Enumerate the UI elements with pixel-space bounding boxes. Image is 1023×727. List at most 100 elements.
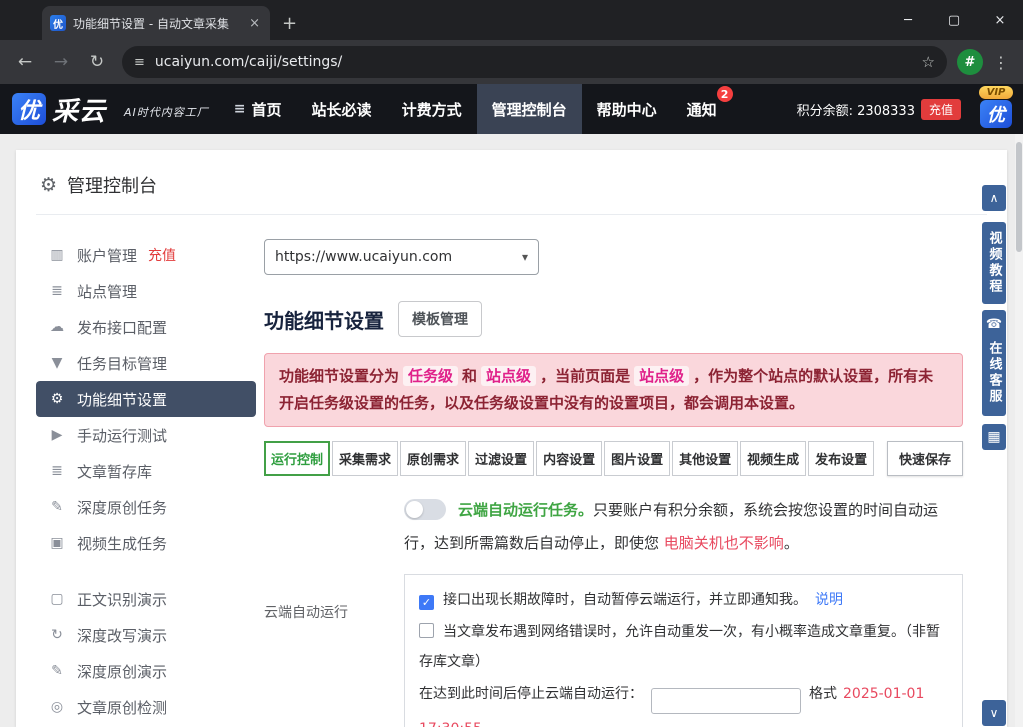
nav-item-console[interactable]: 管理控制台 [477, 84, 582, 134]
stop-time-input[interactable] [651, 688, 801, 714]
sidebar-item-rewrite-demo[interactable]: ↻ 深度改写演示 [36, 617, 256, 653]
vip-badge[interactable]: VIP 优 [977, 86, 1015, 128]
sidebar-item-text-recognition-demo[interactable]: ▢ 正文识别演示 [36, 581, 256, 617]
browser-titlebar: 优 功能细节设置 - 自动文章采集 × + ─ ▢ × [0, 0, 1023, 40]
cloud-run-options: ✓接口出现长期故障时，自动暂停云端运行，并立即通知我。说明 当文章发布遇到网络错… [404, 574, 963, 727]
back-icon[interactable]: ← [10, 47, 40, 77]
vip-ribbon: VIP [979, 86, 1013, 99]
qr-code-button[interactable]: ▦ [982, 424, 1006, 450]
gears-icon: ⚙ [48, 391, 66, 407]
checkbox-unchecked[interactable] [419, 623, 434, 638]
nav-label: 通知 [687, 99, 717, 120]
sidebar-item-article-store[interactable]: ≣ 文章暂存库 [36, 453, 256, 489]
tab-video-generate[interactable]: 视频生成 [740, 441, 806, 476]
top-navigation: ≡ 首页 站长必读 计费方式 管理控制台 帮助中心 通知 2 [219, 84, 732, 134]
nav-item-notifications[interactable]: 通知 2 [672, 84, 732, 134]
settings-content: https://www.ucaiyun.com ▾ 功能细节设置 模板管理 功能… [256, 215, 987, 727]
format-label: 格式 [809, 686, 837, 702]
filter-icon: ▼ [48, 355, 66, 371]
nav-item-webmaster-guide[interactable]: 站长必读 [297, 84, 387, 134]
nav-item-home[interactable]: ≡ 首页 [219, 84, 297, 134]
sidebar-item-deep-original-demo[interactable]: ✎ 深度原创演示 [36, 653, 256, 689]
quick-save-button[interactable]: 快速保存 [887, 441, 963, 476]
sidebar-item-feature-settings[interactable]: ⚙ 功能细节设置 [36, 381, 256, 417]
nav-label: 管理控制台 [492, 99, 567, 120]
toggle-knob [406, 501, 423, 518]
online-service-label: 在线客服 [985, 332, 1004, 414]
search-icon: ◎ [48, 699, 66, 715]
address-bar[interactable]: ≡ ucaiyun.com/caiji/settings/ ☆ [122, 46, 947, 78]
sidebar-item-publish-api[interactable]: ☁ 发布接口配置 [36, 309, 256, 345]
tab-other-settings[interactable]: 其他设置 [672, 441, 738, 476]
alert-tag-site-level: 站点级 [481, 366, 536, 386]
sidebar-label: 深度改写演示 [77, 625, 167, 646]
online-service-button[interactable]: ☎ 在线客服 [982, 310, 1006, 416]
sidebar-label: 视频生成任务 [77, 533, 167, 554]
chevron-down-icon: ∨ [990, 706, 999, 720]
tab-run-control[interactable]: 运行控制 [264, 441, 330, 476]
profile-avatar[interactable]: # [957, 49, 983, 75]
sidebar-label: 文章暂存库 [77, 461, 152, 482]
reload-icon[interactable]: ↻ [82, 47, 112, 77]
sidebar-recharge-link[interactable]: 充值 [148, 245, 176, 265]
cloud-run-warning: 电脑关机也不影响 [664, 534, 784, 552]
sidebar-label: 账户管理 [77, 245, 137, 266]
scroll-bottom-button[interactable]: ∨ [982, 700, 1006, 726]
site-select-value: https://www.ucaiyun.com [275, 249, 452, 265]
pen-icon: ✎ [48, 499, 66, 515]
refresh-icon: ↻ [48, 627, 66, 643]
nav-item-billing[interactable]: 计费方式 [387, 84, 477, 134]
browser-tab[interactable]: 优 功能细节设置 - 自动文章采集 × [42, 6, 270, 40]
sidebar-item-manual-test[interactable]: ▶ 手动运行测试 [36, 417, 256, 453]
nav-label: 计费方式 [402, 99, 462, 120]
console-sidebar: ▥ 账户管理 充值 ≣ 站点管理 ☁ 发布接口配置 ▼ 任务目标管理 ⚙ [36, 215, 256, 727]
settings-tabs: 运行控制 采集需求 原创需求 过滤设置 内容设置 图片设置 其他设置 视频生成 … [264, 441, 963, 476]
logo-text: 采云 [52, 91, 106, 128]
sidebar-group-gap [36, 561, 256, 581]
sidebar-item-sites[interactable]: ≣ 站点管理 [36, 273, 256, 309]
video-tutorial-button[interactable]: 视频教程 [982, 222, 1006, 304]
sidebar-item-task-targets[interactable]: ▼ 任务目标管理 [36, 345, 256, 381]
tab-image-settings[interactable]: 图片设置 [604, 441, 670, 476]
tab-filter-settings[interactable]: 过滤设置 [468, 441, 534, 476]
sidebar-item-originality-check[interactable]: ◎ 文章原创检测 [36, 689, 256, 725]
close-button[interactable]: × [977, 0, 1023, 40]
tab-publish-settings[interactable]: 发布设置 [808, 441, 874, 476]
option-pause-on-failure: ✓ 接口出现长期故障时，自动暂停云端运行，并立即通知我。说明 [419, 585, 948, 615]
restore-button[interactable]: ▢ [931, 0, 977, 40]
minimize-button[interactable]: ─ [885, 0, 931, 40]
sidebar-label: 文章原创检测 [77, 697, 167, 718]
cloud-run-toggle[interactable] [404, 499, 446, 520]
sidebar-label: 任务目标管理 [77, 353, 167, 374]
recharge-button[interactable]: 充值 [921, 99, 961, 120]
site-select[interactable]: https://www.ucaiyun.com ▾ [264, 239, 539, 275]
nav-item-help-center[interactable]: 帮助中心 [582, 84, 672, 134]
browser-menu-icon[interactable]: ⋮ [989, 53, 1013, 72]
menu-list-icon: ≡ [234, 101, 246, 117]
tab-collect-needs[interactable]: 采集需求 [332, 441, 398, 476]
bookmark-star-icon[interactable]: ☆ [922, 53, 935, 71]
tab-original-needs[interactable]: 原创需求 [400, 441, 466, 476]
sidebar-label: 深度原创演示 [77, 661, 167, 682]
sidebar-item-video-task[interactable]: ▣ 视频生成任务 [36, 525, 256, 561]
template-manage-button[interactable]: 模板管理 [398, 301, 482, 337]
option-text: 接口出现长期故障时，自动暂停云端运行，并立即通知我。 [443, 592, 807, 608]
site-header: 优 采云 AI时代内容工厂 ≡ 首页 站长必读 计费方式 管理控制台 帮助中心 … [0, 84, 1023, 134]
list-icon: ≣ [48, 283, 66, 299]
explain-link[interactable]: 说明 [815, 592, 843, 608]
url-text[interactable]: ucaiyun.com/caiji/settings/ [155, 54, 912, 70]
site-logo[interactable]: 优 采云 [12, 91, 106, 128]
sidebar-item-deep-original-task[interactable]: ✎ 深度原创任务 [36, 489, 256, 525]
tab-content-settings[interactable]: 内容设置 [536, 441, 602, 476]
sidebar-item-account[interactable]: ▥ 账户管理 充值 [36, 237, 256, 273]
site-info-icon[interactable]: ≡ [134, 55, 145, 70]
scroll-top-button[interactable]: ∧ [982, 185, 1006, 211]
checkbox-checked[interactable]: ✓ [419, 595, 434, 610]
tab-close-icon[interactable]: × [247, 16, 262, 31]
alert-tag-task-level: 任务级 [403, 366, 458, 386]
new-tab-button[interactable]: + [282, 13, 297, 34]
check-icon: ✓ [422, 596, 431, 609]
sidebar-label: 手动运行测试 [77, 425, 167, 446]
forward-icon[interactable]: → [46, 47, 76, 77]
scrollbar-thumb[interactable] [1016, 142, 1022, 252]
